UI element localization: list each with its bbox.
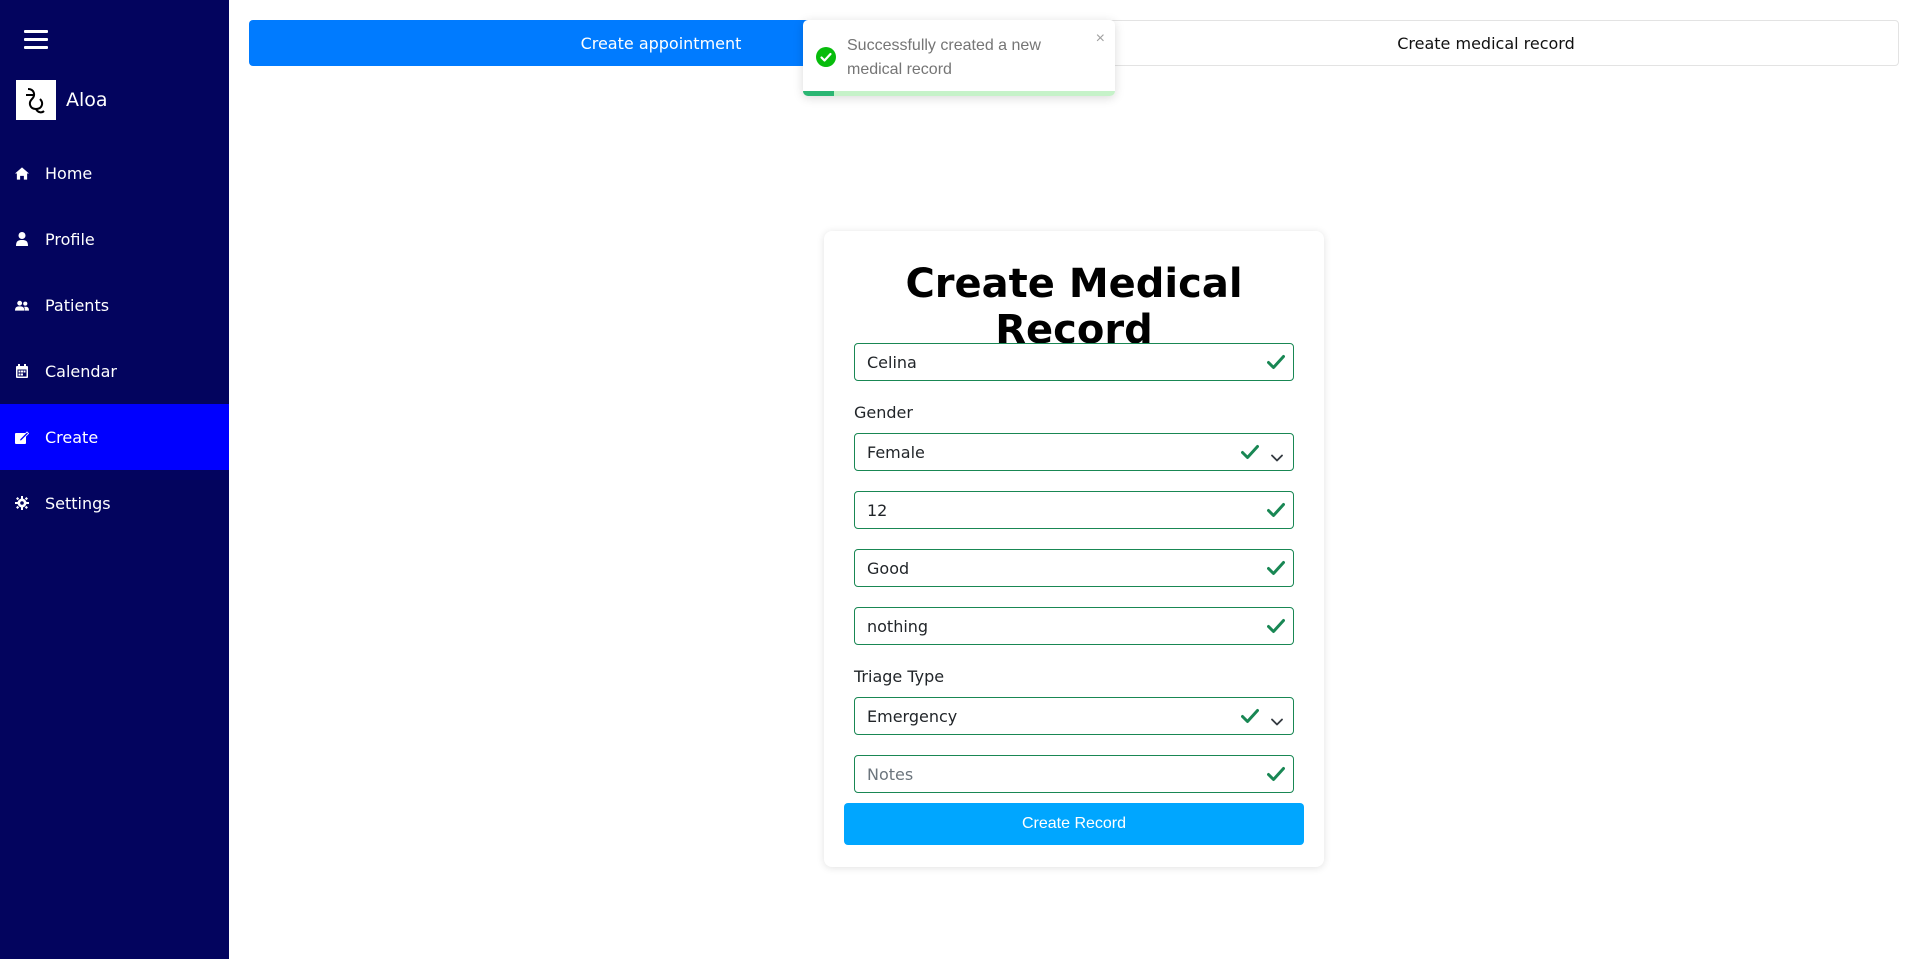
sidebar: Aloa Home Profile Patients Calendar Crea… xyxy=(0,0,229,959)
gender-label: Gender xyxy=(854,403,913,422)
chevron-down-icon xyxy=(1271,447,1283,466)
condition-field[interactable]: Good xyxy=(854,549,1294,587)
allergies-value: nothing xyxy=(867,616,929,636)
user-icon xyxy=(15,232,29,246)
sidebar-item-label: Home xyxy=(45,163,93,183)
success-check-icon xyxy=(816,47,836,71)
sidebar-item-label: Calendar xyxy=(45,361,117,381)
app-name: Aloa xyxy=(66,89,108,111)
close-icon[interactable]: × xyxy=(1096,30,1105,48)
toast-progress-fill xyxy=(803,91,835,96)
valid-check-icon xyxy=(1241,444,1259,464)
success-toast: Successfully created a new medical recor… xyxy=(803,20,1115,96)
notes-field[interactable]: Notes xyxy=(854,755,1294,793)
brand[interactable]: Aloa xyxy=(16,80,108,120)
gender-select[interactable]: Female xyxy=(854,433,1294,471)
toast-progress xyxy=(803,91,1115,96)
valid-check-icon xyxy=(1267,766,1285,786)
name-field[interactable]: Celina xyxy=(854,343,1294,381)
sidebar-item-calendar[interactable]: Calendar xyxy=(0,338,229,404)
notes-placeholder: Notes xyxy=(867,764,914,784)
chevron-down-icon xyxy=(1271,711,1283,730)
home-icon xyxy=(15,166,29,180)
allergies-field[interactable]: nothing xyxy=(854,607,1294,645)
medical-record-form: Create Medical Record Celina Gender Fema… xyxy=(824,231,1324,867)
gender-value: Female xyxy=(867,442,925,462)
calendar-icon xyxy=(15,364,29,378)
sidebar-item-label: Create xyxy=(45,427,99,447)
menu-toggle-icon[interactable] xyxy=(24,30,48,50)
gear-icon xyxy=(15,496,29,510)
valid-check-icon xyxy=(1267,502,1285,522)
valid-check-icon xyxy=(1267,618,1285,638)
toast-message: Successfully created a new medical recor… xyxy=(847,37,1041,78)
sidebar-item-label: Patients xyxy=(45,295,110,315)
logo-icon xyxy=(16,80,56,120)
condition-value: Good xyxy=(867,558,910,578)
triage-select[interactable]: Emergency xyxy=(854,697,1294,735)
sidebar-item-home[interactable]: Home xyxy=(0,140,229,206)
age-field[interactable]: 12 xyxy=(854,491,1294,529)
age-value: 12 xyxy=(867,500,888,520)
sidebar-item-label: Profile xyxy=(45,229,95,249)
triage-value: Emergency xyxy=(867,706,958,726)
sidebar-item-label: Settings xyxy=(45,493,111,513)
form-title: Create Medical Record xyxy=(905,261,1243,353)
triage-label: Triage Type xyxy=(854,667,945,686)
sidebar-item-patients[interactable]: Patients xyxy=(0,272,229,338)
valid-check-icon xyxy=(1267,560,1285,580)
name-value: Celina xyxy=(867,352,917,372)
create-record-button[interactable]: Create Record xyxy=(844,803,1304,845)
tab-create-medical-record[interactable]: Create medical record xyxy=(1073,20,1899,66)
edit-icon xyxy=(15,430,29,444)
sidebar-item-settings[interactable]: Settings xyxy=(0,470,229,536)
valid-check-icon xyxy=(1267,354,1285,374)
sidebar-nav: Home Profile Patients Calendar Create Se… xyxy=(0,140,229,536)
valid-check-icon xyxy=(1241,708,1259,728)
users-icon xyxy=(15,298,29,312)
sidebar-item-create[interactable]: Create xyxy=(0,404,229,470)
sidebar-item-profile[interactable]: Profile xyxy=(0,206,229,272)
